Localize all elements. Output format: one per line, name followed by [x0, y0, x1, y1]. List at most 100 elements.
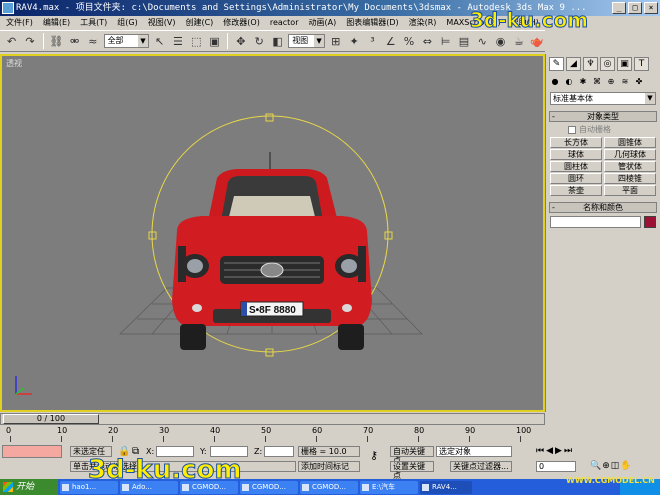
systems-icon[interactable]: ✤	[633, 76, 645, 88]
render-scene-icon[interactable]: ☕	[511, 32, 526, 50]
select-manipulate-icon[interactable]: ✦	[346, 32, 361, 50]
modify-tab-icon[interactable]: ◢	[566, 57, 581, 71]
name-color-title: 名称和颜色	[583, 203, 623, 212]
curve-editor-icon[interactable]: ∿	[475, 32, 490, 50]
task-cgmod-2[interactable]: CGMOD...	[240, 480, 298, 494]
select-by-name-icon[interactable]: ☰	[170, 32, 185, 50]
key-filters-button[interactable]: 关键点过滤器...	[450, 461, 512, 472]
redo-icon[interactable]: ↷	[22, 32, 37, 50]
tube-button[interactable]: 管状体	[604, 161, 656, 172]
pivot-center-icon[interactable]: ⊞	[328, 32, 343, 50]
rotate-icon[interactable]: ↻	[252, 32, 267, 50]
align-icon[interactable]: ⊨	[438, 32, 453, 50]
box-button[interactable]: 长方体	[550, 137, 602, 148]
reference-coord-dropdown[interactable]: 视图 ▼	[288, 34, 326, 48]
menu-reactor[interactable]: reactor	[266, 16, 303, 30]
current-frame-field[interactable]: 0	[536, 461, 576, 472]
track-bar[interactable]: 0 10 20 30 40 50 60 70 80 90 100	[0, 426, 545, 442]
perspective-viewport[interactable]: 透视 S•8F 8880	[0, 54, 545, 412]
bind-space-warp-icon[interactable]: ≈	[85, 32, 100, 50]
scale-icon[interactable]: ◧	[270, 32, 285, 50]
quick-render-icon[interactable]: 🫖	[530, 32, 545, 50]
menu-views[interactable]: 视图(V)	[144, 16, 180, 30]
cone-button[interactable]: 圆锥体	[604, 137, 656, 148]
geosphere-button[interactable]: 几何球体	[604, 149, 656, 160]
lights-icon[interactable]: ✱	[577, 76, 589, 88]
sphere-button[interactable]: 球体	[550, 149, 602, 160]
menu-edit[interactable]: 编辑(E)	[39, 16, 74, 30]
menu-create[interactable]: 创建(C)	[181, 16, 217, 30]
menu-group[interactable]: 组(G)	[113, 16, 141, 30]
space-warps-icon[interactable]: ≋	[619, 76, 631, 88]
time-slider-thumb[interactable]: 0 / 100	[3, 414, 99, 424]
menu-modifiers[interactable]: 修改器(O)	[219, 16, 264, 30]
undo-icon[interactable]: ↶	[4, 32, 19, 50]
start-button[interactable]: 开始	[0, 479, 58, 495]
minimize-button[interactable]: _	[612, 2, 626, 14]
app-icon[interactable]	[2, 2, 14, 14]
helpers-icon[interactable]: ⊕	[605, 76, 617, 88]
object-name-field[interactable]	[550, 216, 641, 228]
layer-manager-icon[interactable]: ▤	[456, 32, 471, 50]
viewport-nav-icons[interactable]: 🔍⊕◫✋	[590, 461, 632, 471]
select-object-icon[interactable]: ↖	[152, 32, 167, 50]
track-tick-label: 60	[312, 426, 323, 435]
create-tab-icon[interactable]: ✎	[549, 57, 564, 71]
track-tick-mark	[520, 436, 521, 442]
utilities-tab-icon[interactable]: T	[634, 57, 649, 71]
key-icon[interactable]: ⚷	[370, 449, 378, 462]
task-cgmod-3[interactable]: CGMOD...	[300, 480, 358, 494]
playback-controls-icon[interactable]: ⏮◀▶⏭	[536, 446, 574, 456]
task-explorer[interactable]: E:\汽车	[360, 480, 418, 494]
menu-rendering[interactable]: 渲染(R)	[405, 16, 441, 30]
mirror-icon[interactable]: ⇔	[420, 32, 435, 50]
track-tick-label: 10	[57, 426, 68, 435]
watermark-top-text: 3d-ku.com	[469, 8, 589, 33]
menu-file[interactable]: 文件(F)	[2, 16, 37, 30]
move-icon[interactable]: ✥	[233, 32, 248, 50]
snap-toggle-icon[interactable]: ³	[365, 32, 380, 50]
object-category-dropdown[interactable]: 标准基本体 ▼	[550, 92, 656, 105]
percent-snap-icon[interactable]: %	[401, 32, 416, 50]
collapse-icon: -	[552, 203, 555, 212]
set-key-button[interactable]: 设置关键点	[390, 461, 434, 480]
menu-tools[interactable]: 工具(T)	[76, 16, 111, 30]
task-rav4[interactable]: RAV4...	[420, 480, 472, 494]
window-crossing-icon[interactable]: ▣	[207, 32, 222, 50]
menu-animation[interactable]: 动画(A)	[304, 16, 340, 30]
material-editor-icon[interactable]: ◉	[493, 32, 508, 50]
key-mode-dropdown[interactable]: 选定对象	[436, 446, 512, 457]
cameras-icon[interactable]: ⌘	[591, 76, 603, 88]
geometry-icon[interactable]: ●	[549, 76, 561, 88]
shapes-icon[interactable]: ◐	[563, 76, 575, 88]
menu-graph-editors[interactable]: 图表编辑器(D)	[342, 16, 402, 30]
cylinder-button[interactable]: 圆柱体	[550, 161, 602, 172]
gizmo-handle-right	[384, 231, 393, 240]
track-tick-label: 30	[159, 426, 170, 435]
maximize-button[interactable]: □	[628, 2, 642, 14]
close-button[interactable]: ×	[644, 2, 658, 14]
object-type-rollout[interactable]: - 对象类型	[549, 111, 657, 122]
auto-grid-checkbox[interactable]	[568, 125, 576, 134]
teapot-button[interactable]: 茶壶	[550, 185, 602, 196]
pyramid-button[interactable]: 四棱锥	[604, 173, 656, 184]
rect-select-region-icon[interactable]: ⬚	[189, 32, 204, 50]
object-type-title: 对象类型	[587, 112, 619, 121]
display-tab-icon[interactable]: ▣	[617, 57, 632, 71]
selection-filter-dropdown[interactable]: 全部 ▼	[103, 34, 149, 48]
auto-key-button[interactable]: 自动关键点	[390, 446, 434, 465]
track-tick-label: 70	[363, 426, 374, 435]
motion-tab-icon[interactable]: ◎	[600, 57, 615, 71]
select-link-icon[interactable]: ⛓	[49, 32, 64, 50]
plane-button[interactable]: 平面	[604, 185, 656, 196]
hierarchy-tab-icon[interactable]: ♆	[583, 57, 598, 71]
add-time-tag-button[interactable]: 添加时间标记	[298, 461, 360, 472]
time-slider[interactable]: 0 / 100	[0, 413, 545, 425]
name-color-rollout[interactable]: - 名称和颜色	[549, 202, 657, 213]
torus-button[interactable]: 圆环	[550, 173, 602, 184]
unlink-icon[interactable]: ⚮	[67, 32, 82, 50]
object-color-swatch[interactable]	[644, 216, 656, 228]
angle-snap-icon[interactable]: ∠	[383, 32, 398, 50]
z-coord-field[interactable]	[264, 446, 294, 457]
maxscript-listener[interactable]	[2, 445, 62, 458]
